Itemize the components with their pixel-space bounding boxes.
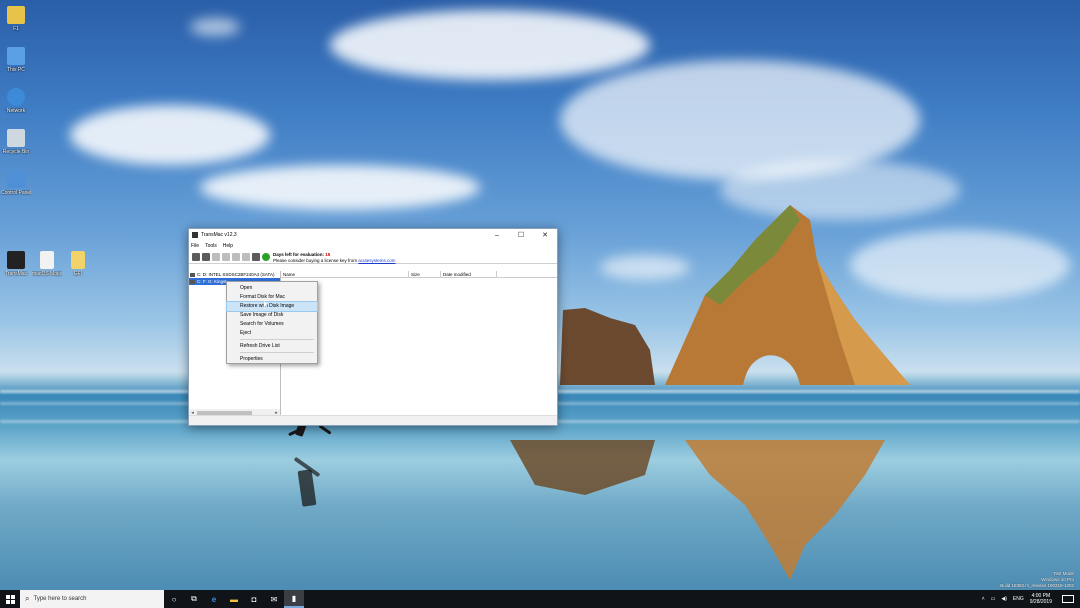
cortana-icon[interactable]: ○ (164, 590, 184, 608)
menu-file[interactable]: File (191, 243, 199, 249)
close-button[interactable]: ✕ (533, 229, 557, 241)
license-link[interactable]: acutesystems.com (358, 258, 395, 263)
usb-drive-icon (190, 279, 195, 284)
control-panel-icon (7, 170, 25, 188)
search-icon: ⌕ (25, 594, 30, 603)
tray-chevron-icon[interactable]: ˄ (982, 596, 985, 602)
start-button[interactable] (0, 590, 20, 608)
test-mode-watermark: Test Mode Windows 10 Pro Build 18362.rs_… (1000, 571, 1074, 588)
eval-text: Please consider buying a license key fro… (273, 258, 359, 263)
menu-item-search-volumes[interactable]: Search for Volumes (227, 320, 317, 329)
input-language[interactable]: ENG (1013, 596, 1024, 602)
desktop-icon-efi[interactable]: EFI (63, 251, 93, 277)
menu-item-open[interactable]: Open (227, 284, 317, 293)
taskbar-search-box[interactable]: ⌕ Type here to search (20, 590, 164, 608)
menu-item-restore-disk-image[interactable]: Restore with Disk Image (226, 301, 318, 312)
system-tray: ˄ ▭ ◀) ENG 4:00 PM 9/28/2019 (982, 590, 1080, 608)
eval-label: Days left for evaluation: (273, 252, 326, 257)
buy-license-icon[interactable] (262, 252, 270, 261)
runner-reflection (297, 469, 317, 507)
menu-separator (240, 352, 314, 353)
column-name[interactable]: Name (281, 271, 409, 277)
desktop-icon-transmac[interactable]: TransMac (1, 251, 31, 277)
rock-reflection (510, 440, 885, 580)
cloud (190, 18, 240, 36)
mouse-pointer-icon (264, 301, 267, 308)
drive-item-intel-ssd[interactable]: C: D: INTEL SSDSC2BF240A4 (SATA) (189, 271, 280, 278)
menu-bar: File Tools Help (189, 241, 557, 250)
transmac-app-icon (7, 251, 25, 269)
sea-arch-rock (560, 205, 910, 385)
taskbar: ⌕ Type here to search ○ ⧉ e ▬ ◘ ✉ ▮ ˄ ▭ … (0, 590, 1080, 608)
cloud (70, 105, 270, 165)
status-bar (189, 415, 557, 425)
folder-icon (7, 6, 25, 24)
mail-icon[interactable]: ✉ (264, 590, 284, 608)
app-icon (192, 232, 198, 238)
column-size[interactable]: Size (409, 271, 441, 277)
menu-item-save-image[interactable]: Save Image of Disk (227, 311, 317, 320)
file-list-header: Name Size Date modified (281, 271, 557, 278)
maximize-button[interactable]: ☐ (509, 229, 533, 241)
hard-drive-icon (190, 272, 195, 277)
edge-browser-icon[interactable]: e (204, 590, 224, 608)
file-icon (71, 251, 85, 269)
menu-item-properties[interactable]: Properties (227, 355, 317, 364)
transmac-taskbar-icon[interactable]: ▮ (284, 590, 304, 608)
delete-icon[interactable] (222, 252, 230, 261)
computer-icon (7, 47, 25, 65)
recycle-bin-icon (7, 129, 25, 147)
windows-logo-icon (5, 594, 15, 604)
cloud (200, 165, 480, 210)
restore-image-icon[interactable] (242, 252, 250, 261)
desktop-icon-macos-image[interactable]: macOS Mojave 10... (32, 251, 62, 277)
menu-item-refresh-drives[interactable]: Refresh Drive List (227, 342, 317, 351)
title-bar[interactable]: TransMac v12.3 – ☐ ✕ (189, 229, 557, 241)
clock[interactable]: 4:00 PM 9/28/2019 (1030, 593, 1052, 605)
open-disk-icon[interactable] (192, 252, 200, 261)
desktop-icon-f1[interactable]: F1 (1, 6, 31, 32)
desktop-icon-this-pc[interactable]: This PC (1, 47, 31, 73)
refresh-icon[interactable] (252, 252, 260, 261)
window-title: TransMac v12.3 (201, 232, 237, 238)
desktop-icon-network[interactable]: Network (1, 88, 31, 114)
notifications-icon[interactable] (1062, 595, 1074, 603)
menu-help[interactable]: Help (223, 243, 233, 249)
column-date-modified[interactable]: Date modified (441, 271, 497, 277)
desktop-icon-recycle-bin[interactable]: Recycle Bin (1, 129, 31, 155)
store-icon[interactable]: ◘ (244, 590, 264, 608)
save-image-icon[interactable] (232, 252, 240, 261)
file-icon (40, 251, 54, 269)
minimize-button[interactable]: – (485, 229, 509, 241)
menu-item-format-disk[interactable]: Format Disk for Mac (227, 293, 317, 302)
context-menu: Open Format Disk for Mac Restore with Di… (226, 281, 318, 364)
menu-separator (240, 339, 314, 340)
search-placeholder: Type here to search (33, 596, 87, 602)
copy-icon[interactable] (212, 252, 220, 261)
desktop-icon-control-panel[interactable]: Control Panel (1, 170, 31, 196)
task-view-icon[interactable]: ⧉ (184, 590, 204, 608)
network-tray-icon[interactable]: ▭ (991, 596, 996, 602)
file-explorer-icon[interactable]: ▬ (224, 590, 244, 608)
cloud (330, 10, 650, 80)
volume-icon[interactable]: ◀) (1001, 596, 1007, 602)
eval-days: 15 (325, 252, 331, 257)
network-icon (7, 88, 25, 106)
format-disk-icon[interactable] (202, 252, 210, 261)
evaluation-notice: Days left for evaluation: 15 Please cons… (273, 252, 396, 264)
menu-item-eject[interactable]: Eject (227, 329, 317, 338)
menu-tools[interactable]: Tools (205, 243, 217, 249)
